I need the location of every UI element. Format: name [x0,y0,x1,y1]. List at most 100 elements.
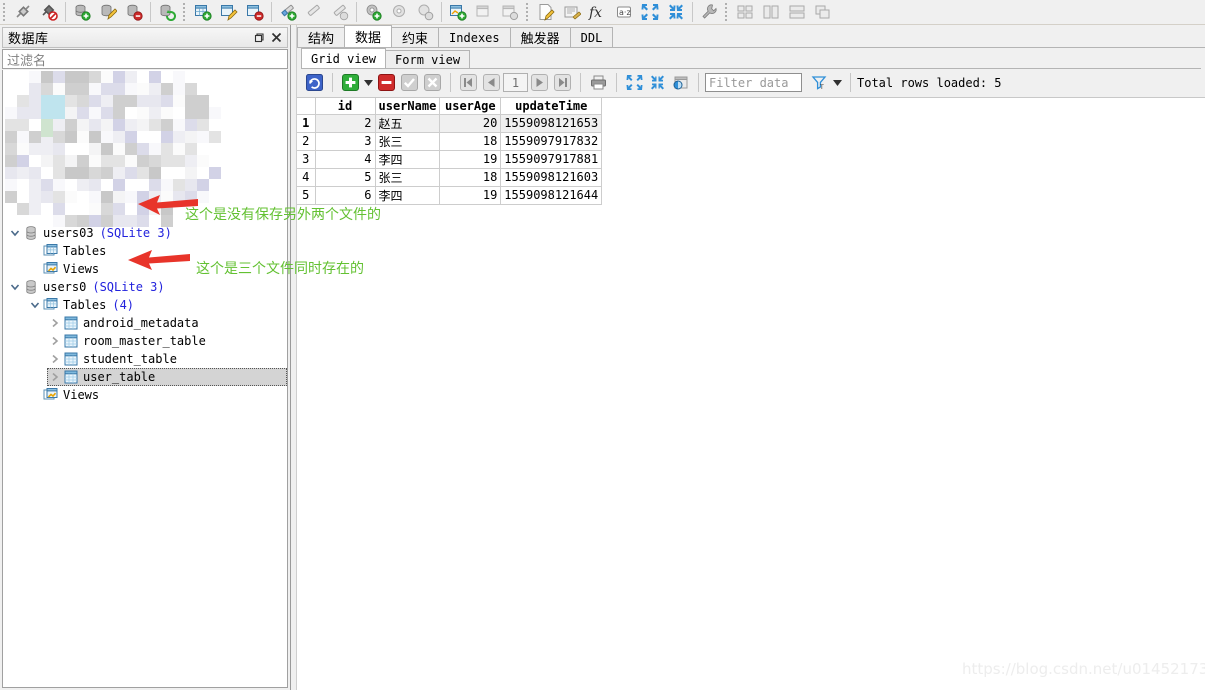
tab-Indexes[interactable]: Indexes [438,27,511,47]
gear-add-icon[interactable] [360,1,386,24]
chevron-right-icon[interactable] [47,315,63,331]
tab-数据[interactable]: 数据 [344,25,393,47]
table-delete-icon[interactable] [242,1,268,24]
filter-data-input[interactable]: Filter data [705,73,802,92]
cell-updateTime[interactable]: 1559097917832 [500,131,603,151]
restore-window-icon[interactable] [253,32,264,43]
table-row[interactable]: 3 4 李四 19 1559097917881 [297,149,603,169]
rollback-button[interactable] [421,72,444,94]
expand-icon[interactable] [663,1,689,24]
chevron-down-icon[interactable] [7,279,23,295]
database-filter-input[interactable]: 过滤名 [2,49,288,69]
query-new-icon[interactable] [533,1,559,24]
cell-updateTime[interactable]: 1559098121603 [500,167,603,187]
chevron-right-icon[interactable] [47,351,63,367]
refresh-data-button[interactable] [303,72,326,94]
filter-options-caret[interactable] [831,72,844,94]
gear-delete-icon[interactable] [412,1,438,24]
tab-触发器[interactable]: 触发器 [509,27,571,47]
toolbar-drag-handle[interactable] [524,1,531,23]
previous-page-button[interactable] [480,72,503,94]
tree-item-views[interactable]: Views [27,386,287,404]
page-number-input[interactable]: 1 [503,73,528,92]
cell-userName[interactable]: 张三 [374,167,441,187]
toolbar-drag-handle[interactable] [723,1,730,23]
toolbar-drag-handle[interactable] [181,1,188,23]
cell-id[interactable]: 5 [314,167,376,187]
cell-userAge[interactable]: 19 [439,185,502,205]
database-add-icon[interactable] [69,1,95,24]
layout-grid-icon[interactable] [732,1,758,24]
column-header-id[interactable]: id [314,98,376,115]
row-number[interactable]: 4 [297,167,316,187]
table-row[interactable]: 4 5 张三 18 1559098121603 [297,167,603,187]
cell-id[interactable]: 3 [314,131,376,151]
database-edit-icon[interactable] [95,1,121,24]
chevron-down-icon[interactable] [7,225,23,241]
cell-updateTime[interactable]: 1559098121653 [500,113,603,133]
table-row[interactable]: 5 6 李四 19 1559098121644 [297,185,603,205]
cell-userAge[interactable]: 19 [439,149,502,169]
database-tree[interactable]: users03 (SQLite 3) Tables Views users0 (SQLit… [2,70,288,688]
column-header-userName[interactable]: userName [374,98,441,115]
database-delete-icon[interactable] [121,1,147,24]
tab-DDL[interactable]: DDL [569,27,614,47]
cell-userName[interactable]: 赵五 [374,113,441,133]
table-edit-icon[interactable] [216,1,242,24]
tree-item-student-table[interactable]: student_table [47,350,287,368]
layout-rows-icon[interactable] [784,1,810,24]
cell-userName[interactable]: 张三 [374,131,441,151]
row-number[interactable]: 3 [297,149,316,169]
table-row[interactable]: 1 2 赵五 20 1559098121653 [297,113,603,133]
column-add-icon[interactable] [275,1,301,24]
tree-item-users0[interactable]: users0 (SQLite 3) [7,278,287,296]
tab-约束[interactable]: 约束 [391,27,440,47]
cell-id[interactable]: 4 [314,149,376,169]
sort-az-icon[interactable]: a·z [611,1,637,24]
tab-结构[interactable]: 结构 [297,27,346,47]
plug-connect-icon[interactable] [10,1,36,24]
chevron-right-icon[interactable] [47,369,63,385]
column-header-updateTime[interactable]: updateTime [500,98,603,115]
database-refresh-icon[interactable] [154,1,180,24]
view-delete-icon[interactable] [497,1,523,24]
tree-item-user-table[interactable]: user_table [47,368,287,386]
tab-grid-view[interactable]: Grid view [301,48,387,68]
export-data-button[interactable] [669,72,692,94]
plug-disconnect-icon[interactable] [36,1,62,24]
cell-updateTime[interactable]: 1559098121644 [500,185,603,205]
cell-userAge[interactable]: 18 [439,167,502,187]
column-delete-icon[interactable] [327,1,353,24]
expand-cells-button[interactable] [646,72,669,94]
wrench-icon[interactable] [696,1,722,24]
cell-id[interactable]: 6 [314,185,376,205]
first-page-button[interactable] [457,72,480,94]
layout-cascade-icon[interactable] [810,1,836,24]
table-add-icon[interactable] [190,1,216,24]
filter-funnel-icon[interactable]: T [808,72,831,94]
view-edit-icon[interactable] [471,1,497,24]
toolbar-drag-handle[interactable] [1,1,8,23]
tree-item-tables[interactable]: Tables (4) [27,296,287,314]
cell-userAge[interactable]: 18 [439,131,502,151]
collapse-icon[interactable] [637,1,663,24]
print-button[interactable] [587,72,610,94]
row-number[interactable]: 2 [297,131,316,151]
tree-item-android-metadata[interactable]: android_metadata [47,314,287,332]
next-page-button[interactable] [528,72,551,94]
insert-options-caret[interactable] [362,72,375,94]
panel-splitter[interactable] [290,25,297,690]
row-number[interactable]: 1 [297,113,316,133]
tree-item-room-master-table[interactable]: room_master_table [47,332,287,350]
close-icon[interactable] [271,32,282,43]
tree-item-users03[interactable]: users03 (SQLite 3) [7,224,287,242]
chevron-down-icon[interactable] [27,297,43,313]
chevron-right-icon[interactable] [47,333,63,349]
data-grid[interactable]: id userName userAge updateTime 1 2 赵五 20 155… [297,97,1205,690]
cell-userName[interactable]: 李四 [374,185,441,205]
row-number[interactable]: 5 [297,185,316,205]
collapse-cells-button[interactable] [623,72,646,94]
cell-id[interactable]: 2 [314,113,376,133]
view-add-icon[interactable] [445,1,471,24]
column-edit-icon[interactable] [301,1,327,24]
